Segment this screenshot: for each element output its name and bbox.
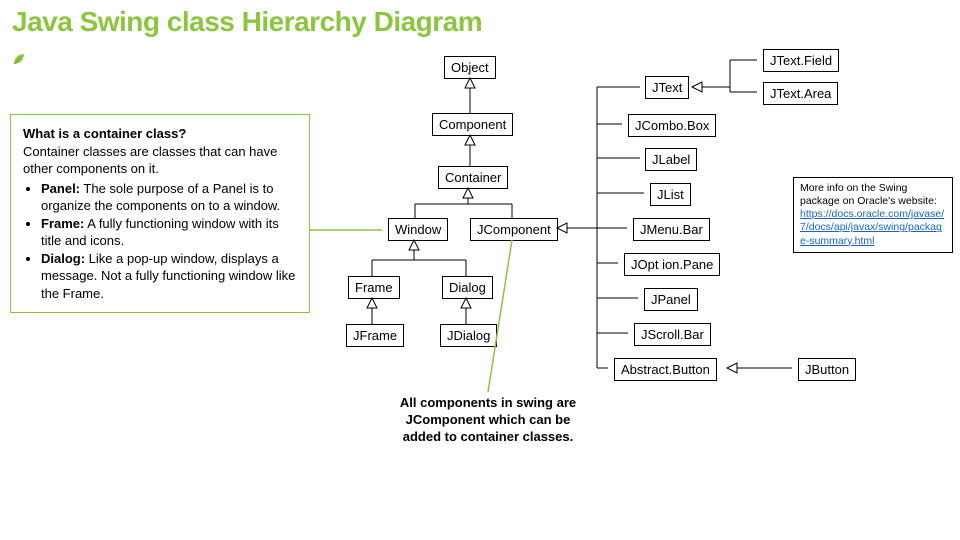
node-joptionpane: JOpt ion.Pane [624,253,720,276]
explainer-question: What is a container class? [23,126,186,141]
node-jbutton: JButton [798,358,856,381]
node-window: Window [388,218,448,241]
node-jcomponent: JComponent [470,218,558,241]
node-jlist: JList [650,183,691,206]
node-jcombobox: JCombo.Box [628,114,716,137]
explainer-item-dialog: Dialog: Like a pop-up window, displays a… [41,250,297,303]
node-jpanel: JPanel [644,288,698,311]
explainer-intro: Container classes are classes that can h… [23,144,277,177]
container-explainer: What is a container class? Container cla… [10,114,310,313]
more-info-text: More info on the Swing package on Oracle… [800,182,937,207]
page-title: Java Swing class Hierarchy Diagram [12,6,482,38]
more-info-box: More info on the Swing package on Oracle… [793,177,953,253]
leaf-icon [12,52,26,66]
node-jdialog: JDialog [440,324,497,347]
node-object: Object [444,56,496,79]
oracle-docs-link[interactable]: https://docs.oracle.com/javase/7/docs/ap… [800,208,944,246]
node-jtextarea: JText.Area [763,82,838,105]
node-jframe: JFrame [346,324,404,347]
node-jscrollbar: JScroll.Bar [634,323,711,346]
node-component: Component [432,113,513,136]
node-dialog: Dialog [442,276,493,299]
node-jmenubar: JMenu.Bar [633,218,710,241]
explainer-item-panel: Panel: The sole purpose of a Panel is to… [41,180,297,215]
node-jtextfield: JText.Field [763,49,839,72]
explainer-item-frame: Frame: A fully functioning window with i… [41,215,297,250]
node-jtext: JText [645,76,689,99]
node-abstractbutton: Abstract.Button [614,358,717,381]
jcomponent-note: All components in swing are JComponent w… [388,395,588,446]
node-jlabel: JLabel [645,148,697,171]
node-container: Container [438,166,508,189]
node-frame: Frame [348,276,400,299]
